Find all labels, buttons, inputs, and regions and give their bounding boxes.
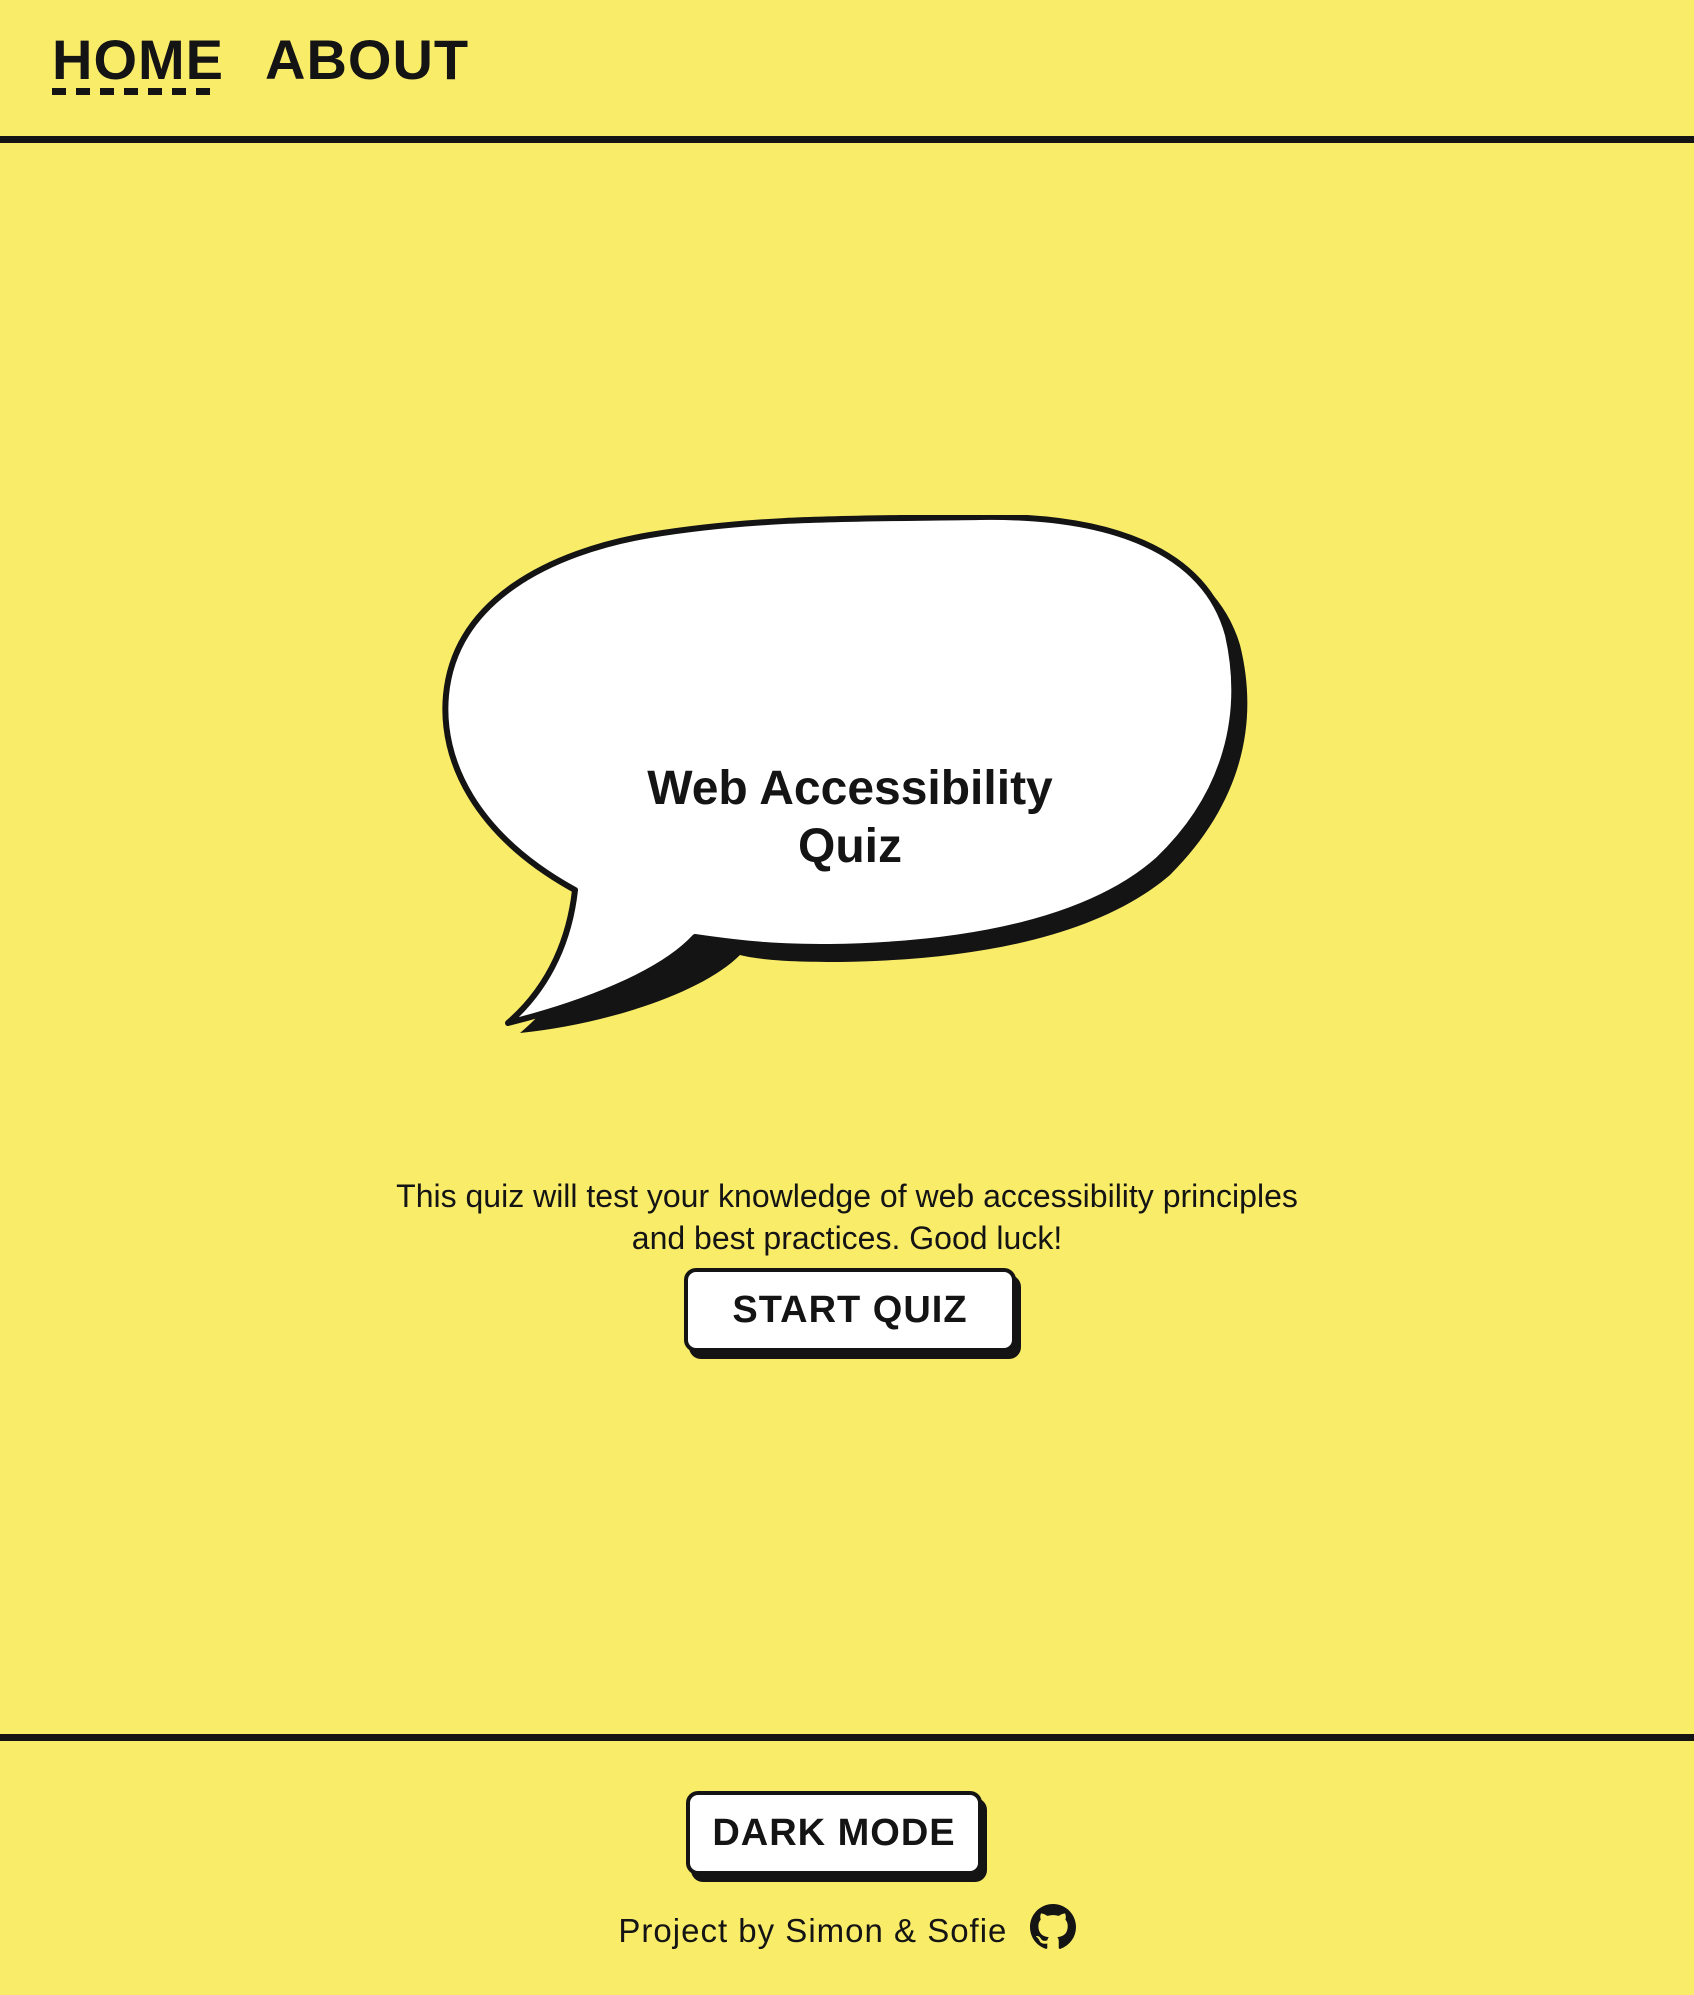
github-icon[interactable] <box>1029 1904 1076 1950</box>
quiz-title-line1: Web Accessibility <box>647 762 1053 815</box>
top-navigation: HOME ABOUT <box>0 0 1694 143</box>
project-credit: Project by Simon & Sofie <box>0 1904 1694 1956</box>
intro-text-line1: This quiz will test your knowledge of we… <box>396 1178 1298 1214</box>
credit-text: Project by Simon & Sofie <box>618 1912 1008 1949</box>
speech-bubble: Web Accessibility Quiz <box>440 515 1260 1115</box>
quiz-title-line2: Quiz <box>798 820 902 873</box>
intro-text: This quiz will test your knowledge of we… <box>0 1175 1694 1259</box>
start-quiz-button[interactable]: START QUIZ <box>684 1268 1016 1352</box>
page-footer: DARK MODE Project by Simon & Sofie <box>0 1734 1694 1995</box>
quiz-title: Web Accessibility Quiz <box>440 760 1260 876</box>
dark-mode-button[interactable]: DARK MODE <box>686 1791 982 1875</box>
nav-about-link[interactable]: ABOUT <box>265 28 469 92</box>
intro-text-line2: and best practices. Good luck! <box>631 1220 1063 1256</box>
nav-home-link[interactable]: HOME <box>52 28 224 92</box>
active-link-underline <box>52 88 216 95</box>
